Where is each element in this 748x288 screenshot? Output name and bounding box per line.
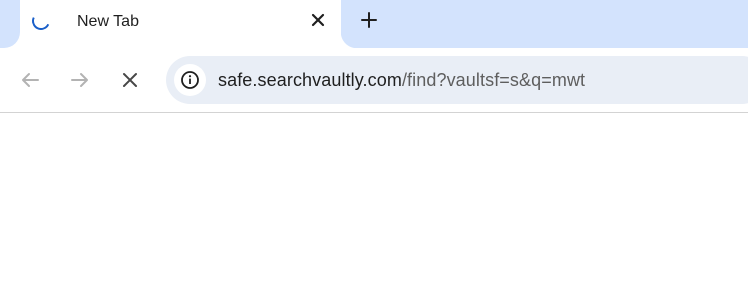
- url-text: safe.searchvaultly.com/find?vaultsf=s&q=…: [218, 69, 585, 91]
- url-path: /find?vaultsf=s&q=mwt: [401, 70, 586, 90]
- tabstrip-edge: [0, 0, 20, 48]
- close-icon: [123, 73, 137, 87]
- info-icon: [181, 71, 199, 89]
- address-bar[interactable]: safe.searchvaultly.com/find?vaultsf=s&q=…: [166, 56, 748, 104]
- toolbar: safe.searchvaultly.com/find?vaultsf=s&q=…: [0, 48, 748, 112]
- arrow-left-icon: [22, 73, 39, 87]
- site-info-button[interactable]: [174, 64, 206, 96]
- new-tab-button[interactable]: [355, 6, 383, 34]
- arrow-right-icon: [71, 73, 88, 87]
- tab-close-button[interactable]: [306, 8, 330, 32]
- url-host: safe.searchvaultly.com: [218, 70, 402, 90]
- plus-icon: [361, 12, 377, 28]
- close-icon: [311, 13, 325, 27]
- tab-background: [16, 0, 341, 48]
- browser-window: New Tab safe.searchvaultly.com/find?vaul…: [0, 0, 748, 288]
- page-content: [0, 113, 748, 288]
- forward-button[interactable]: [66, 66, 94, 94]
- tab-new-tab[interactable]: New Tab: [0, 0, 357, 48]
- tab-title: New Tab: [77, 13, 139, 30]
- stop-loading-button[interactable]: [116, 66, 144, 94]
- back-button[interactable]: [16, 66, 44, 94]
- tab-strip: New Tab: [0, 0, 748, 48]
